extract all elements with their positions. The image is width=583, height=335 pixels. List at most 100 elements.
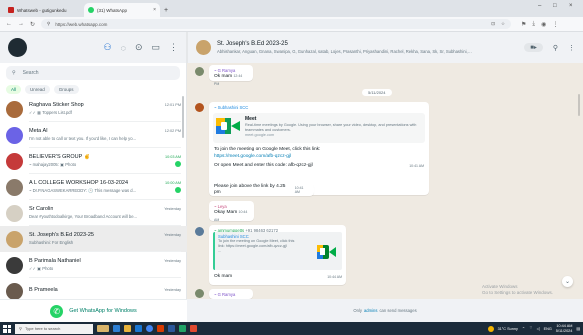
message-text: To join the meeting on Google Meet, clic… bbox=[214, 147, 424, 170]
conversation-header[interactable]: St. Joseph's B.Ed 2023-25 Abhishankar, A… bbox=[187, 32, 583, 63]
communities-icon[interactable]: ⚇ bbox=[104, 42, 112, 53]
chat-list-item[interactable]: A L COLLEGE WORKSHOP 16-03-2024 10:00 AM ~… bbox=[0, 174, 187, 200]
volume-icon[interactable]: ◁ bbox=[537, 326, 540, 331]
extensions-icon[interactable]: ⚑ bbox=[521, 21, 526, 28]
reload-icon[interactable]: ↻ bbox=[30, 21, 35, 28]
filter-groups[interactable]: Groups bbox=[53, 85, 79, 94]
search-placeholder: Search bbox=[22, 70, 39, 76]
admins-link[interactable]: admins bbox=[364, 308, 378, 313]
sender-avatar[interactable] bbox=[195, 103, 204, 112]
weather-icon bbox=[487, 325, 494, 332]
browser-tab-active[interactable]: (31) WhatsApp × bbox=[84, 3, 160, 17]
meeting-link[interactable]: https://meet.google.com/afb-qzcz-gjl bbox=[214, 154, 424, 161]
task-view-icon[interactable] bbox=[97, 325, 109, 332]
back-arrow-icon[interactable]: ← bbox=[6, 21, 12, 27]
edge-icon[interactable] bbox=[113, 325, 120, 332]
language-indicator[interactable]: ENG bbox=[544, 327, 552, 331]
install-app-icon[interactable]: ⊡ bbox=[491, 21, 495, 27]
profile-icon[interactable]: ◉ bbox=[541, 21, 546, 28]
powerpoint-icon[interactable] bbox=[157, 325, 164, 332]
filter-unread[interactable]: Unread bbox=[25, 85, 50, 94]
message-bubble[interactable]: ~ G Ramya Ok mam 12:44 PM bbox=[209, 65, 253, 86]
chat-avatar bbox=[6, 152, 23, 170]
chrome-menu-icon[interactable]: ⋮ bbox=[552, 21, 558, 28]
downloads-icon[interactable]: ⤓ bbox=[532, 21, 535, 28]
word-icon[interactable] bbox=[168, 325, 175, 332]
message-sender: ~ G Ramya bbox=[214, 292, 236, 297]
scroll-to-bottom-button[interactable]: ⌄ bbox=[562, 276, 573, 287]
my-profile-avatar[interactable] bbox=[8, 38, 27, 57]
browser-toolbar: ← → ↻ ⚲ https://web.whatsapp.com ⊡ ☆ ⚑ ⤓… bbox=[0, 17, 583, 32]
taskbar-search[interactable]: ⚲ Type here to search bbox=[15, 323, 93, 334]
sender-avatar[interactable] bbox=[195, 289, 204, 298]
chat-filters: All Unread Groups bbox=[0, 83, 186, 96]
message-bubble[interactable]: ~ G Ramya bbox=[209, 289, 253, 299]
chat-preview: ✓✓ ▦ Toppers List.pdf bbox=[29, 110, 72, 115]
tab-title: (31) WhatsApp bbox=[97, 7, 128, 13]
chat-time: 10:03 AM bbox=[164, 155, 181, 159]
message-bubble[interactable]: ~ Leya Okay Mam 10:44 AM bbox=[209, 201, 254, 222]
chat-list-item[interactable]: Meta AI 12:02 PM I'm not able to call or t… bbox=[0, 122, 187, 148]
admins-only-notice: Only admins can send messages bbox=[187, 299, 583, 322]
tray-arrow-icon[interactable]: ⌃ bbox=[522, 326, 525, 331]
app-icon[interactable] bbox=[190, 325, 197, 332]
file-explorer-icon[interactable] bbox=[124, 325, 131, 332]
url-text: https://web.whatsapp.com bbox=[55, 21, 108, 27]
chat-bottom-row bbox=[29, 293, 181, 295]
preview-domain: meet.google.com bbox=[245, 133, 275, 137]
chrome-icon[interactable] bbox=[146, 325, 153, 332]
chat-bottom-row: ~ Dr.P.NAGASWEKARREDDY: 🕓 This message w… bbox=[29, 186, 181, 194]
chat-time: Yesterday bbox=[164, 233, 181, 237]
chat-list-scrollbar[interactable] bbox=[182, 96, 184, 138]
windows-taskbar: ⚲ Type here to search 31°C Sunny ⌃ ⌔ ◁ E… bbox=[0, 322, 583, 335]
status-icon[interactable]: ◌ bbox=[121, 43, 126, 53]
channels-icon[interactable]: ⊙ bbox=[135, 42, 143, 53]
search-icon: ⚲ bbox=[19, 326, 22, 331]
new-tab-button[interactable]: + bbox=[164, 7, 168, 14]
chat-time: Yesterday bbox=[164, 287, 181, 292]
notifications-icon[interactable]: ▤ bbox=[576, 326, 580, 331]
chat-menu-icon[interactable]: ⋮ bbox=[568, 44, 575, 52]
sender-avatar[interactable] bbox=[195, 67, 204, 76]
link-preview[interactable]: Meet Real-time meetings by Google. Using… bbox=[213, 113, 425, 143]
windows-app-promo[interactable]: ✆ Get WhatsApp for Windows bbox=[0, 299, 187, 322]
chat-list-item[interactable]: BELIEVER'S GROUP ✌ 10:03 AM ~ mahajay2005:… bbox=[0, 148, 187, 174]
filter-all[interactable]: All bbox=[6, 85, 22, 94]
wifi-icon[interactable]: ⌔ bbox=[529, 326, 533, 331]
chat-avatar bbox=[6, 204, 23, 222]
address-bar[interactable]: ⚲ https://web.whatsapp.com ⊡ ☆ bbox=[41, 19, 512, 29]
new-chat-icon[interactable]: ▭ bbox=[151, 42, 160, 53]
video-call-icon[interactable]: ■▸ bbox=[524, 43, 543, 52]
conversation-scrollbar[interactable] bbox=[578, 94, 580, 116]
date-separator: 5/11/2024 bbox=[362, 89, 392, 96]
maximize-window-button[interactable]: □ bbox=[553, 3, 557, 9]
windows-start-icon[interactable] bbox=[3, 324, 11, 333]
search-input[interactable]: ⚲ Search bbox=[6, 66, 180, 80]
browser-tab-inactive[interactable]: Whatsweb - gutigunkedu bbox=[4, 3, 84, 17]
chat-avatar bbox=[6, 282, 23, 300]
site-info-icon[interactable]: ⚲ bbox=[47, 21, 50, 27]
preview-description: Real-time meetings by Google. Using your… bbox=[245, 123, 417, 132]
chat-list-item[interactable]: St. Joseph's B.Ed 2023-25 Yesterday Subhas… bbox=[0, 226, 187, 252]
close-window-button[interactable]: × bbox=[569, 3, 573, 9]
menu-dots-icon[interactable]: ⋮ bbox=[169, 42, 178, 53]
chat-list-item[interactable]: Sr Carolin Yesterday Dear #youthtodoalkirg… bbox=[0, 200, 187, 226]
chat-body: A L COLLEGE WORKSHOP 16-03-2024 10:00 AM ~… bbox=[29, 174, 181, 200]
weather-text[interactable]: 31°C Sunny bbox=[498, 327, 518, 331]
message-sender: ~ Subhashini SCC bbox=[214, 105, 249, 110]
forward-arrow-icon[interactable]: → bbox=[18, 21, 24, 27]
close-tab-icon[interactable]: × bbox=[153, 7, 156, 13]
chat-list-item[interactable]: Raghava Sticker Shop 12:01 PM ✓✓ ▦ Toppers… bbox=[0, 96, 187, 122]
sender-avatar[interactable] bbox=[195, 227, 204, 236]
excel-icon[interactable] bbox=[179, 325, 186, 332]
clock[interactable]: 10:44 AM 5/11/2024 bbox=[556, 324, 573, 333]
group-avatar[interactable] bbox=[196, 40, 211, 55]
message-time: 10:44 AM bbox=[327, 275, 342, 280]
chat-list-item[interactable]: B Parimala Nathaniel Yesterday ✓✓ ▣ Photo bbox=[0, 252, 187, 278]
chat-body: Sr Carolin Yesterday Dear #youthtodoalkirg… bbox=[29, 200, 181, 226]
store-icon[interactable] bbox=[135, 325, 142, 332]
search-messages-icon[interactable]: ⚲ bbox=[553, 44, 558, 52]
minimize-window-button[interactable]: – bbox=[538, 3, 541, 9]
bookmark-star-icon[interactable]: ☆ bbox=[501, 21, 505, 27]
message-bubble[interactable]: Please join above the link by 4.25 pm 10… bbox=[209, 184, 314, 196]
